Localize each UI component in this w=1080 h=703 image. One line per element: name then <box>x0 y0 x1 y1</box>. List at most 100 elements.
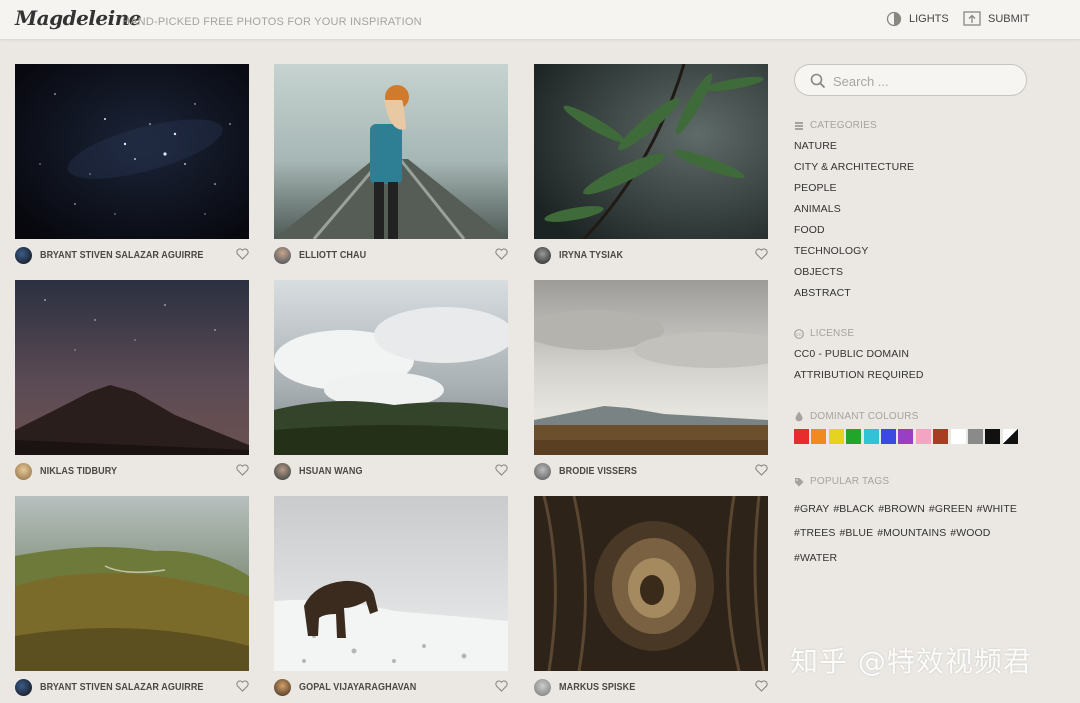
colour-swatch-orange[interactable] <box>811 429 827 444</box>
colour-swatch-yellow[interactable] <box>828 429 844 444</box>
author-name[interactable]: MARKUS SPISKE <box>559 681 635 693</box>
photo-green-hills-mist[interactable] <box>15 496 249 671</box>
photo-card[interactable]: MARKUS SPISKE <box>534 496 768 696</box>
colour-swatch-green[interactable] <box>846 429 862 444</box>
colour-swatch-pink[interactable] <box>915 429 931 444</box>
tag-link-blue[interactable]: #BLUE <box>839 527 873 539</box>
photo-card[interactable]: NIKLAS TIDBURY <box>15 280 249 480</box>
author-avatar[interactable] <box>274 246 291 264</box>
search-input[interactable] <box>833 72 1013 90</box>
svg-text:cc: cc <box>796 332 802 338</box>
tag-link-black[interactable]: #BLACK <box>833 503 874 515</box>
author-name[interactable]: GOPAL VIJAYARAGHAVAN <box>299 681 416 693</box>
author-avatar[interactable] <box>534 462 551 480</box>
photo-meta: BRODIE VISSERS <box>534 462 768 480</box>
author-avatar[interactable] <box>15 462 32 480</box>
category-link-people[interactable]: PEOPLE <box>794 182 837 194</box>
heart-icon[interactable] <box>755 248 768 260</box>
heart-icon[interactable] <box>755 464 768 476</box>
photo-mountain-landscape[interactable] <box>534 280 768 455</box>
tags-row: #WATER <box>794 548 841 566</box>
author-name[interactable]: BRYANT STIVEN SALAZAR AGUIRRE <box>40 249 204 261</box>
upload-icon <box>963 11 981 26</box>
tag-link-water[interactable]: #WATER <box>794 552 837 564</box>
author-avatar[interactable] <box>274 462 291 480</box>
license-link-attribution[interactable]: ATTRIBUTION REQUIRED <box>794 369 924 381</box>
author-name[interactable]: NIKLAS TIDBURY <box>40 465 117 477</box>
photo-misty-clouds[interactable] <box>274 280 508 455</box>
heart-icon[interactable] <box>495 680 508 692</box>
photo-wood-texture[interactable] <box>534 496 768 671</box>
heart-icon[interactable] <box>495 248 508 260</box>
lights-toggle-button[interactable]: LIGHTS <box>886 10 949 28</box>
search-icon <box>810 73 826 89</box>
tag-link-mountains[interactable]: #MOUNTAINS <box>877 527 946 539</box>
colour-swatch-gray[interactable] <box>967 429 983 444</box>
photo-bear-snow[interactable] <box>274 496 508 671</box>
license-title: LICENSE <box>810 328 855 339</box>
photo-card[interactable]: BRYANT STIVEN SALAZAR AGUIRRE <box>15 64 249 264</box>
photo-meta: IRYNA TYSIAK <box>534 246 768 264</box>
colour-swatch-purple[interactable] <box>898 429 914 444</box>
photo-mountain-night[interactable] <box>15 280 249 455</box>
colour-swatch-cyan[interactable] <box>863 429 879 444</box>
colour-swatch-black-white[interactable] <box>1002 429 1018 444</box>
tag-link-trees[interactable]: #TREES <box>794 527 835 539</box>
photo-plant-raindrops[interactable] <box>534 64 768 239</box>
watermark-text: 知乎 @特效视频君 <box>790 645 1032 678</box>
photo-card[interactable]: HSUAN WANG <box>274 280 508 480</box>
stack-icon <box>795 121 803 130</box>
category-link-animals[interactable]: ANIMALS <box>794 203 841 215</box>
heart-icon[interactable] <box>495 464 508 476</box>
colour-swatches <box>794 429 1018 444</box>
author-name[interactable]: HSUAN WANG <box>299 465 363 477</box>
tag-link-green[interactable]: #GREEN <box>929 503 973 515</box>
author-name[interactable]: BRODIE VISSERS <box>559 465 637 477</box>
tag-link-brown[interactable]: #BROWN <box>878 503 925 515</box>
heart-icon[interactable] <box>755 680 768 692</box>
photo-meta: ELLIOTT CHAU <box>274 246 508 264</box>
colour-swatch-red[interactable] <box>794 429 809 444</box>
colour-swatch-brown[interactable] <box>933 429 949 444</box>
author-avatar[interactable] <box>534 678 551 696</box>
top-header: Magdeleine HAND-PICKED FREE PHOTOS FOR Y… <box>0 0 1080 40</box>
category-link-objects[interactable]: OBJECTS <box>794 266 843 278</box>
tags-title: POPULAR TAGS <box>810 476 890 487</box>
colour-swatch-white[interactable] <box>950 429 966 444</box>
photo-meta: GOPAL VIJAYARAGHAVAN <box>274 678 508 696</box>
colour-swatch-blue[interactable] <box>880 429 896 444</box>
category-link-technology[interactable]: TECHNOLOGY <box>794 245 869 257</box>
tags-heading: POPULAR TAGS <box>794 476 889 487</box>
photo-girl-on-railway[interactable] <box>274 64 508 239</box>
author-name[interactable]: IRYNA TYSIAK <box>559 249 623 261</box>
author-avatar[interactable] <box>15 678 32 696</box>
photo-card[interactable]: ELLIOTT CHAU <box>274 64 508 264</box>
photo-card[interactable]: BRYANT STIVEN SALAZAR AGUIRRE <box>15 496 249 696</box>
heart-icon[interactable] <box>236 464 249 476</box>
category-link-city-architecture[interactable]: CITY & ARCHITECTURE <box>794 161 914 173</box>
category-link-nature[interactable]: NATURE <box>794 140 837 152</box>
tag-link-gray[interactable]: #GRAY <box>794 503 829 515</box>
photo-card[interactable]: GOPAL VIJAYARAGHAVAN <box>274 496 508 696</box>
photo-starry-sky[interactable] <box>15 64 249 239</box>
lights-label: LIGHTS <box>909 13 949 25</box>
photo-card[interactable]: BRODIE VISSERS <box>534 280 768 480</box>
license-link-cc0[interactable]: CC0 - PUBLIC DOMAIN <box>794 348 909 360</box>
author-avatar[interactable] <box>534 246 551 264</box>
author-name[interactable]: BRYANT STIVEN SALAZAR AGUIRRE <box>40 681 204 693</box>
submit-button[interactable]: SUBMIT <box>963 10 1030 28</box>
photo-meta: MARKUS SPISKE <box>534 678 768 696</box>
categories-heading: CATEGORIES <box>794 120 877 131</box>
category-link-food[interactable]: FOOD <box>794 224 825 236</box>
tag-link-wood[interactable]: #WOOD <box>950 527 990 539</box>
colour-swatch-black[interactable] <box>985 429 1001 444</box>
heart-icon[interactable] <box>236 248 249 260</box>
photo-card[interactable]: IRYNA TYSIAK <box>534 64 768 264</box>
author-avatar[interactable] <box>274 678 291 696</box>
category-link-abstract[interactable]: ABSTRACT <box>794 287 851 299</box>
heart-icon[interactable] <box>236 680 249 692</box>
photo-meta: NIKLAS TIDBURY <box>15 462 249 480</box>
author-name[interactable]: ELLIOTT CHAU <box>299 249 366 261</box>
tag-link-white[interactable]: #WHITE <box>977 503 1017 515</box>
author-avatar[interactable] <box>15 246 32 264</box>
